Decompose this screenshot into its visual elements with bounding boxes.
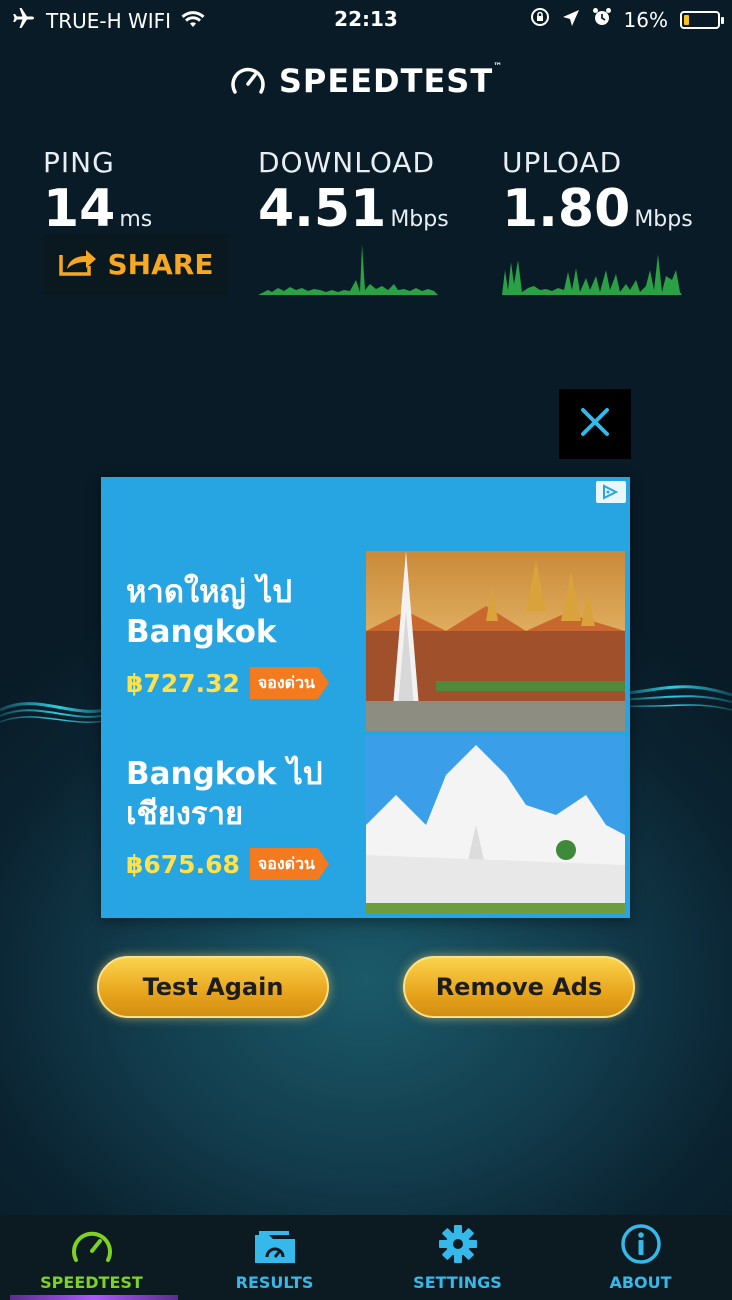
download-value: 4.51 Mbps xyxy=(258,179,449,239)
active-tab-indicator xyxy=(10,1295,178,1300)
ad-offer-1-price-row[interactable]: ฿727.32 จองด่วน xyxy=(126,667,329,699)
tab-settings-label: SETTINGS xyxy=(413,1273,502,1292)
tab-results-label: RESULTS xyxy=(235,1273,314,1292)
ad-offer-2-price-row[interactable]: ฿675.68 จองด่วน xyxy=(126,848,329,880)
upload-value: 1.80 Mbps xyxy=(502,179,693,239)
tab-bar: SPEEDTEST RESULTS SETTINGS ABOUT xyxy=(0,1215,732,1300)
download-graph xyxy=(258,244,438,295)
ad-offer-1-title[interactable]: หาดใหญ่ ไป Bangkok xyxy=(126,572,292,652)
app-title: SPEEDTEST™ xyxy=(278,62,504,100)
upload-graph xyxy=(502,254,682,295)
ping-label: PING xyxy=(43,146,115,179)
test-again-button[interactable]: Test Again xyxy=(97,956,329,1018)
tab-about[interactable]: ABOUT xyxy=(549,1215,732,1300)
ad-offer-1-image[interactable] xyxy=(366,551,625,731)
ad-offer-2-price: ฿675.68 xyxy=(126,849,240,879)
tab-about-label: ABOUT xyxy=(609,1273,672,1292)
ping-result: PING 14 ms xyxy=(43,146,152,246)
tab-speedtest-label: SPEEDTEST xyxy=(40,1273,143,1292)
ad-offer-2-cta[interactable]: จองด่วน xyxy=(249,848,329,880)
speedometer-logo-icon xyxy=(229,62,267,100)
share-button[interactable]: SHARE xyxy=(43,234,228,295)
close-ad-button[interactable] xyxy=(559,389,631,459)
share-icon xyxy=(58,245,98,284)
tab-results[interactable]: RESULTS xyxy=(183,1215,366,1300)
share-label: SHARE xyxy=(107,248,214,281)
ad-offer-1-price: ฿727.32 xyxy=(126,668,240,698)
close-icon xyxy=(579,406,611,442)
status-bar: TRUE-H WIFI 22:13 16% xyxy=(0,0,732,40)
battery-level xyxy=(684,14,690,25)
info-icon xyxy=(620,1223,662,1269)
battery-percent: 16% xyxy=(623,7,668,32)
upload-label: UPLOAD xyxy=(502,146,623,179)
location-icon xyxy=(562,8,580,32)
folder-gauge-icon xyxy=(253,1227,297,1269)
status-right: 16% xyxy=(530,7,724,32)
rotation-lock-icon xyxy=(530,7,550,32)
upload-result: UPLOAD 1.80 Mbps xyxy=(502,146,693,246)
adchoices-icon[interactable] xyxy=(596,481,626,503)
tab-speedtest[interactable]: SPEEDTEST xyxy=(0,1215,183,1300)
download-result: DOWNLOAD 4.51 Mbps xyxy=(258,146,449,246)
ad-offer-2-title[interactable]: Bangkok ไป เชียงราย xyxy=(126,754,323,834)
speedometer-icon xyxy=(69,1225,115,1269)
remove-ads-button[interactable]: Remove Ads xyxy=(403,956,635,1018)
ad-offer-1-cta[interactable]: จองด่วน xyxy=(249,667,329,699)
ad-offer-2-image[interactable] xyxy=(366,735,625,913)
alarm-icon xyxy=(592,7,612,32)
ad-banner[interactable]: หาดใหญ่ ไป Bangkok ฿727.32 จองด่วน Bangk… xyxy=(101,477,630,918)
download-label: DOWNLOAD xyxy=(258,146,436,179)
app-header: SPEEDTEST™ xyxy=(0,62,732,100)
tab-settings[interactable]: SETTINGS xyxy=(366,1215,549,1300)
gear-icon xyxy=(437,1223,479,1269)
battery-icon xyxy=(680,10,724,29)
